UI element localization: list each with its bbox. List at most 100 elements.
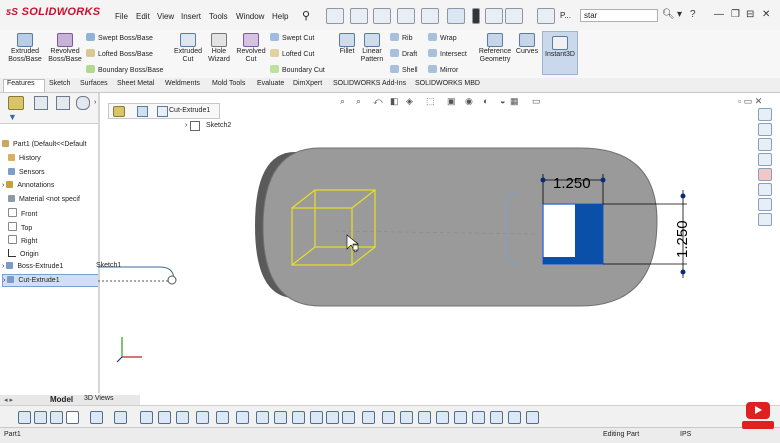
zoom-to-area-icon[interactable]: ⌕ bbox=[356, 96, 361, 107]
search-dropdown-icon[interactable]: ▾ bbox=[677, 9, 682, 20]
task-pane-extra-icon[interactable] bbox=[758, 213, 772, 226]
tree-item-sensors[interactable]: Sensors bbox=[8, 168, 45, 176]
part-breadcrumb-icon[interactable] bbox=[113, 106, 125, 117]
hide-show-items-icon[interactable]: ◉ bbox=[465, 96, 473, 107]
toolbar-icon-10[interactable] bbox=[196, 411, 209, 424]
boundary-boss-button[interactable]: Boundary Boss/Base bbox=[86, 65, 163, 74]
menu-edit[interactable]: Edit bbox=[136, 12, 150, 21]
tree-item-boss-extrude1[interactable]: › Boss-Extrude1 bbox=[2, 262, 63, 270]
sketch1-flyout-label[interactable]: Sketch1 bbox=[96, 262, 121, 269]
tab-scroll-icon[interactable]: ◂ ▸ bbox=[4, 396, 13, 404]
extruded-boss-button[interactable]: Extruded Boss/Base bbox=[6, 33, 44, 64]
edit-appearance-icon[interactable]: ◐ bbox=[483, 96, 488, 106]
tab-3d-views[interactable]: 3D Views bbox=[84, 395, 113, 402]
tab-dimxpert[interactable]: DimXpert bbox=[293, 80, 322, 87]
height-dimension-value[interactable]: 1.250 bbox=[674, 220, 691, 258]
toolbar-icon-6[interactable] bbox=[114, 411, 127, 424]
display-pane-icon[interactable]: ▭ bbox=[532, 96, 541, 107]
minimize-icon[interactable]: — bbox=[714, 9, 724, 20]
toolbar-icon-23[interactable] bbox=[436, 411, 449, 424]
tab-features[interactable]: Features bbox=[7, 80, 35, 87]
lofted-cut-button[interactable]: Lofted Cut bbox=[270, 49, 314, 58]
toolbar-icon-5[interactable] bbox=[90, 411, 103, 424]
toolbar-icon-21[interactable] bbox=[400, 411, 413, 424]
tab-mold-tools[interactable]: Mold Tools bbox=[212, 80, 245, 87]
feature-manager-tab-icon[interactable] bbox=[8, 96, 24, 110]
fillet-button[interactable]: Fillet bbox=[336, 33, 358, 56]
linear-pattern-button[interactable]: Linear Pattern bbox=[359, 33, 385, 64]
file-explorer-icon[interactable] bbox=[758, 138, 772, 151]
panel-expand-icon[interactable]: › bbox=[94, 99, 96, 106]
solidworks-forum-icon[interactable] bbox=[758, 198, 772, 211]
curves-button[interactable]: Curves bbox=[514, 33, 540, 56]
display-manager-tab-icon[interactable] bbox=[76, 96, 90, 110]
breadcrumb-cut-extrude1[interactable]: Cut-Extrude1 bbox=[169, 107, 210, 114]
help-icon[interactable]: ? bbox=[690, 9, 696, 20]
view-palette-icon[interactable] bbox=[758, 153, 772, 166]
tree-item-history[interactable]: History bbox=[8, 154, 41, 162]
revolved-cut-button[interactable]: Revolved Cut bbox=[235, 33, 267, 64]
tree-item-material[interactable]: Material <not specif bbox=[8, 195, 80, 203]
toolbar-icon-24[interactable] bbox=[454, 411, 467, 424]
tab-model[interactable]: Model bbox=[50, 395, 73, 404]
breadcrumb-sketch2[interactable]: Sketch2 bbox=[206, 122, 231, 129]
toolbar-icon-8[interactable] bbox=[158, 411, 171, 424]
revolved-boss-button[interactable]: Revolved Boss/Base bbox=[47, 33, 83, 64]
undo-icon[interactable] bbox=[421, 8, 439, 24]
rib-button[interactable]: Rib bbox=[390, 33, 413, 42]
select-icon[interactable] bbox=[66, 411, 79, 424]
menu-help[interactable]: Help bbox=[272, 12, 288, 21]
display-style-icon[interactable]: ▣ bbox=[447, 96, 456, 107]
view-settings-icon[interactable]: ▦ bbox=[510, 96, 519, 107]
previous-view-icon[interactable]: ⤺ bbox=[373, 96, 383, 107]
toolbar-icon-22[interactable] bbox=[418, 411, 431, 424]
filter-icon[interactable]: ▼ bbox=[8, 112, 17, 122]
status-units[interactable]: IPS bbox=[680, 431, 691, 438]
draft-button[interactable]: Draft bbox=[390, 49, 417, 58]
appearances-icon[interactable] bbox=[758, 168, 772, 181]
tab-evaluate[interactable]: Evaluate bbox=[257, 80, 284, 87]
toolbar-icon-12[interactable] bbox=[236, 411, 249, 424]
tab-solidworks-add-ins[interactable]: SOLIDWORKS Add-Ins bbox=[333, 80, 406, 87]
solidworks-resources-icon[interactable] bbox=[758, 108, 772, 121]
menu-window[interactable]: Window bbox=[236, 12, 264, 21]
search-input[interactable]: star bbox=[580, 9, 658, 22]
view-orientation-icon[interactable]: ⬚ bbox=[426, 96, 435, 107]
toolbar-icon-18[interactable] bbox=[342, 411, 355, 424]
search-icon[interactable]: 🔍︎ bbox=[662, 9, 675, 20]
tab-solidworks-mbd[interactable]: SOLIDWORKS MBD bbox=[415, 80, 480, 87]
toolbar-icon-13[interactable] bbox=[256, 411, 269, 424]
lofted-boss-button[interactable]: Lofted Boss/Base bbox=[86, 49, 153, 58]
toolbar-icon-28[interactable] bbox=[526, 411, 539, 424]
tree-item-annotations[interactable]: › Annotations bbox=[2, 181, 54, 189]
tree-item-origin[interactable]: Origin bbox=[8, 249, 39, 258]
feature-breadcrumb-icon[interactable] bbox=[137, 106, 148, 117]
toolbar-icon-7[interactable] bbox=[140, 411, 153, 424]
wrap-button[interactable]: Wrap bbox=[428, 33, 457, 42]
expand-arrow-icon[interactable]: › bbox=[3, 277, 5, 284]
close-icon[interactable]: ✕ bbox=[762, 9, 770, 20]
toolbar-icon-2[interactable] bbox=[34, 411, 47, 424]
pin-icon[interactable]: ⚲ bbox=[302, 9, 310, 22]
design-library-icon[interactable] bbox=[758, 123, 772, 136]
section-view-icon[interactable]: ◧ bbox=[390, 96, 399, 107]
tab-sheet-metal[interactable]: Sheet Metal bbox=[117, 80, 154, 87]
extruded-cut-button[interactable]: Extruded Cut bbox=[172, 33, 204, 64]
mirror-button[interactable]: Mirror bbox=[428, 65, 458, 74]
toolbar-icon-20[interactable] bbox=[382, 411, 395, 424]
file-properties-icon[interactable] bbox=[485, 8, 503, 24]
menu-file[interactable]: File bbox=[115, 12, 128, 21]
tile-icon[interactable]: ⊟ bbox=[746, 9, 754, 20]
expand-arrow-icon[interactable]: › bbox=[2, 263, 4, 270]
zoom-to-fit-icon[interactable]: ⌕ bbox=[340, 96, 345, 107]
toolbar-icon-25[interactable] bbox=[472, 411, 485, 424]
open-file-icon[interactable] bbox=[350, 8, 368, 24]
solidworks-logo[interactable]: ƽS SOLIDWORKS bbox=[6, 6, 100, 18]
tree-item-right-plane[interactable]: Right bbox=[8, 235, 37, 245]
search-type-dropdown[interactable]: P... bbox=[560, 11, 571, 20]
custom-properties-icon[interactable] bbox=[758, 183, 772, 196]
tab-surfaces[interactable]: Surfaces bbox=[80, 80, 108, 87]
tab-weldments[interactable]: Weldments bbox=[165, 80, 200, 87]
toolbar-icon-11[interactable] bbox=[216, 411, 229, 424]
apply-scene-icon[interactable]: ◒ bbox=[500, 96, 505, 106]
